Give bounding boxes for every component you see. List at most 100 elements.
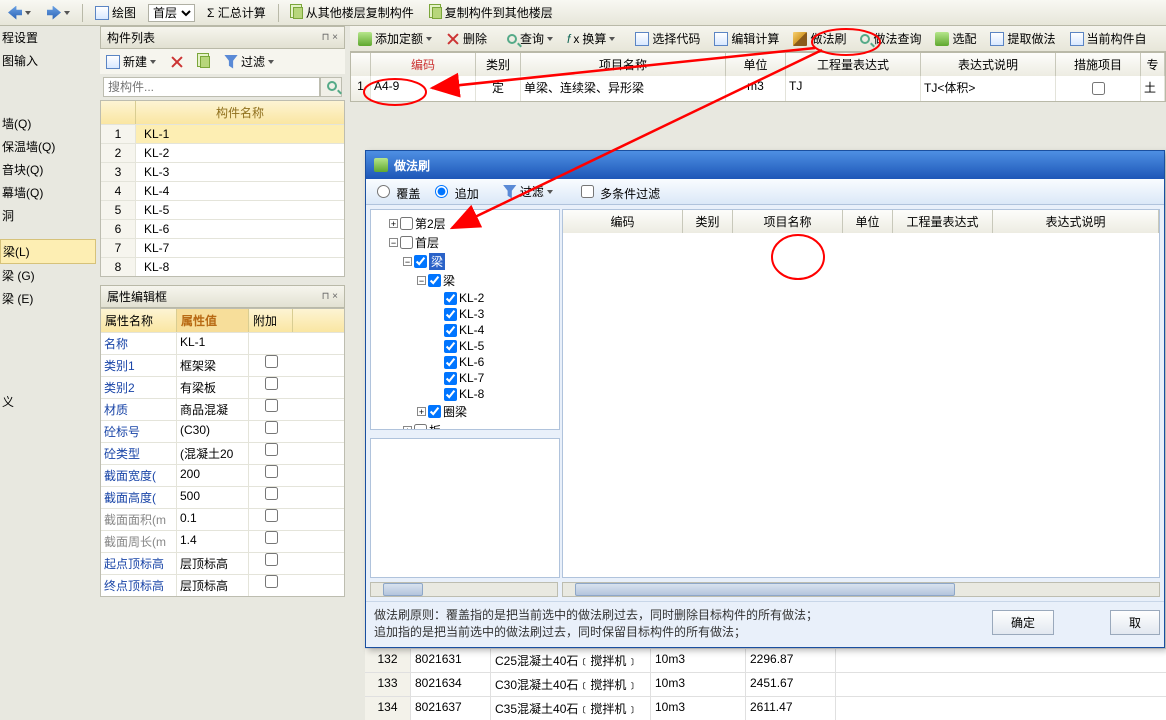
prop-row[interactable]: 类别1框架梁	[101, 354, 344, 376]
sum-calc-button[interactable]: Σ 汇总计算	[203, 2, 270, 23]
prop-row[interactable]: 截面周长(m1.4	[101, 530, 344, 552]
filter-icon	[503, 185, 517, 199]
col-code: 编码	[371, 53, 476, 76]
side-item[interactable]: 墙(Q)	[0, 112, 96, 135]
side-item[interactable]: 梁 (G)	[0, 264, 96, 287]
delete-button[interactable]	[166, 53, 188, 71]
component-list-header: 构件列表 ⊓ ×	[100, 26, 345, 49]
side-item[interactable]: 程设置	[0, 26, 96, 49]
dlg-filter-button[interactable]: 过滤	[499, 181, 557, 202]
tree-item[interactable]: KL-4	[375, 322, 555, 338]
prop-row[interactable]: 类别2有梁板	[101, 376, 344, 398]
tree-item[interactable]: KL-2	[375, 290, 555, 306]
tree-pane[interactable]: +第2层 −首层 −梁 −梁 KL-2KL-3KL-4KL-5KL-6KL-7K…	[370, 209, 560, 430]
expand-toggle[interactable]: −	[403, 257, 412, 266]
list-item[interactable]: 2KL-2	[101, 143, 344, 162]
tree-item[interactable]: KL-3	[375, 306, 555, 322]
tree-item[interactable]: KL-5	[375, 338, 555, 354]
search-go[interactable]	[320, 77, 342, 97]
mode-append[interactable]: 追加	[430, 182, 478, 202]
prop-row[interactable]: 起点顶标高层顶标高	[101, 552, 344, 574]
pin-icon[interactable]: ⊓ ×	[322, 32, 338, 43]
new-button[interactable]: 新建	[102, 51, 160, 72]
prop-row[interactable]: 砼标号(C30)	[101, 420, 344, 442]
tree-selected[interactable]: 梁	[429, 253, 445, 270]
prop-row[interactable]: 截面面积(m0.1	[101, 508, 344, 530]
list-item[interactable]: 5KL-5	[101, 200, 344, 219]
cell-code[interactable]: A4-9	[371, 76, 476, 101]
tree-item[interactable]: KL-7	[375, 370, 555, 386]
main-table: 编码 类别 项目名称 单位 工程量表达式 表达式说明 措施项目 专 1 A4-9…	[350, 52, 1166, 102]
doc-icon	[990, 32, 1004, 46]
select-code-button[interactable]: 选择代码	[631, 28, 704, 49]
list-item[interactable]: 6KL-6	[101, 219, 344, 238]
current-comp-button[interactable]: 当前构件自	[1066, 28, 1151, 49]
list-item[interactable]: 7KL-7	[101, 238, 344, 257]
table-row[interactable]: 1 A4-9 定 单梁、连续梁、异形梁 m3 TJ TJ<体积> 土	[351, 76, 1165, 101]
prop-row[interactable]: 砼类型(混凝土20	[101, 442, 344, 464]
undo-button[interactable]	[4, 4, 35, 22]
side-item[interactable]: 洞	[0, 204, 96, 227]
side-item[interactable]: 梁 (E)	[0, 287, 96, 310]
expand-toggle[interactable]: +	[417, 407, 426, 416]
copy-to-button[interactable]: 复制构件到其他楼层	[426, 2, 557, 23]
delete-button[interactable]: 删除	[442, 28, 491, 49]
tree-item[interactable]: KL-8	[375, 386, 555, 402]
extract-button[interactable]: 提取做法	[986, 28, 1059, 49]
side-item[interactable]: 保温墙(Q)	[0, 135, 96, 158]
floor-select[interactable]: 首层	[148, 4, 195, 22]
dialog-title: 做法刷	[394, 157, 430, 174]
prop-row[interactable]: 终点顶标高层顶标高	[101, 574, 344, 596]
meas-checkbox[interactable]	[1092, 82, 1105, 95]
search-input[interactable]	[103, 77, 320, 97]
edit-calc-button[interactable]: 编辑计算	[710, 28, 783, 49]
h-scrollbar[interactable]	[562, 582, 1160, 597]
dialog-titlebar[interactable]: 做法刷	[366, 151, 1164, 179]
side-item[interactable]: 幕墙(Q)	[0, 181, 96, 204]
mode-overwrite[interactable]: 覆盖	[372, 182, 420, 202]
dialog-icon	[374, 158, 388, 172]
tree-item[interactable]: KL-6	[375, 354, 555, 370]
prop-title: 属性编辑框	[107, 288, 167, 305]
query-button[interactable]: 查询	[503, 28, 557, 49]
cancel-button[interactable]: 取	[1110, 610, 1160, 635]
col-proj: 项目名称	[521, 53, 726, 76]
list-item[interactable]: 8KL-8	[101, 257, 344, 276]
prop-row[interactable]: 材质商品混凝	[101, 398, 344, 420]
expand-toggle[interactable]: +	[389, 219, 398, 228]
side-item-beam[interactable]: 梁(L)	[0, 239, 96, 264]
convert-button[interactable]: fx 换算	[563, 28, 619, 49]
expand-toggle[interactable]: −	[417, 276, 426, 285]
match-button[interactable]: 选配	[931, 28, 980, 49]
copy-button[interactable]	[194, 54, 214, 70]
prop-row[interactable]: 截面宽度(200	[101, 464, 344, 486]
pin-icon[interactable]: ⊓ ×	[322, 291, 338, 302]
side-item[interactable]: 音块(Q)	[0, 158, 96, 181]
table-row[interactable]: 1328021631C25混凝土40石﹝搅拌机﹞10m32296.87	[365, 648, 1166, 672]
redo-button[interactable]	[43, 4, 74, 22]
draw-button[interactable]: 绘图	[91, 2, 140, 23]
dialog-grid: 编码 类别 项目名称 单位 工程量表达式 表达式说明	[562, 209, 1160, 578]
prop-row[interactable]: 名称KL-1	[101, 332, 344, 354]
ok-button[interactable]: 确定	[992, 610, 1054, 635]
copy-from-button[interactable]: 从其他楼层复制构件	[287, 2, 418, 23]
list-item[interactable]: 3KL-3	[101, 162, 344, 181]
multi-filter[interactable]: 多条件过滤	[577, 182, 660, 202]
list-item[interactable]: 1KL-1	[101, 124, 344, 143]
expand-toggle[interactable]: +	[403, 426, 412, 430]
left-category-list: 程设置 图输入 墙(Q) 保温墙(Q) 音块(Q) 幕墙(Q) 洞 梁(L) 梁…	[0, 26, 96, 709]
filter-button[interactable]: 过滤	[220, 51, 278, 72]
prop-row[interactable]: 截面高度(500	[101, 486, 344, 508]
table-row[interactable]: 1348021637C35混凝土40石﹝搅拌机﹞10m32611.47	[365, 696, 1166, 720]
main-toolbar: 添加定额 删除 查询 fx 换算 选择代码 编辑计算 做法刷 做法查询 选配 提…	[350, 26, 1166, 52]
h-scrollbar[interactable]	[370, 582, 558, 597]
search-icon	[327, 81, 337, 91]
expand-toggle[interactable]: −	[389, 238, 398, 247]
add-quota-button[interactable]: 添加定额	[354, 28, 436, 49]
side-item[interactable]: 图输入	[0, 49, 96, 72]
brush-query-button[interactable]: 做法查询	[856, 28, 925, 49]
brush-button[interactable]: 做法刷	[789, 28, 850, 49]
table-row[interactable]: 1338021634C30混凝土40石﹝搅拌机﹞10m32451.67	[365, 672, 1166, 696]
side-item[interactable]: 义	[0, 390, 96, 413]
list-item[interactable]: 4KL-4	[101, 181, 344, 200]
